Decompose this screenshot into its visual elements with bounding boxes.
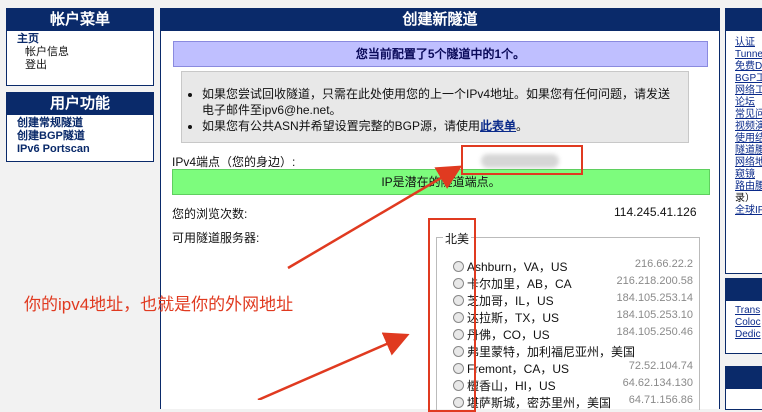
- account-menu-title: 帐户菜单: [7, 9, 153, 31]
- right-links-panel-2: Trans Coloc Dedic: [725, 300, 762, 354]
- right-links-panel: 认证 Tunne 免费D BGP工 网络工 论坛 常见问 视频演 使用结 隧道腰…: [725, 30, 762, 274]
- info-item-recycle: 如果您尝试回收隧道，只需在此处使用您的上一个IPv4地址。如果您有任何问题，请发…: [202, 86, 680, 118]
- ipv4-endpoint-label: IPv4端点（您的身边）:: [172, 155, 296, 169]
- right-link[interactable]: Dedic: [726, 329, 762, 341]
- menu-item-create-bgp-tunnel[interactable]: 创建BGP隧道: [17, 130, 147, 143]
- right-link[interactable]: 网络地: [726, 157, 762, 169]
- right-link[interactable]: 路由腰: [726, 181, 762, 193]
- right-link[interactable]: 网络工: [726, 85, 762, 97]
- right-link[interactable]: 免费D: [726, 61, 762, 73]
- right-link[interactable]: 使用结: [726, 133, 762, 145]
- right-link[interactable]: Trans: [726, 305, 762, 317]
- server-option[interactable]: 丹佛，CO，US 184.105.250.46: [453, 326, 693, 343]
- right-link[interactable]: 窥镜: [726, 169, 762, 181]
- server-ip: 184.105.250.46: [616, 326, 693, 338]
- browse-count-value: 114.245.41.126: [614, 205, 697, 219]
- right-panel-header-2: [725, 278, 762, 300]
- ip-status-bar: IP是潜在的隧道端点。: [172, 169, 710, 195]
- info-box: 如果您尝试回收隧道，只需在此处使用您的上一个IPv4地址。如果您有任何问题，请发…: [181, 71, 689, 143]
- info-item-bgp: 如果您有公共ASN并希望设置完整的BGP源，请使用此表单。: [202, 118, 680, 134]
- server-option[interactable]: 卡尔加里，AB，CA 216.218.200.58: [453, 275, 693, 292]
- tunnel-servers-label: 可用隧道服务器:: [172, 231, 260, 245]
- server-ip: 72.52.104.74: [628, 360, 693, 372]
- right-panel-header: [725, 8, 762, 30]
- server-ip: 184.105.253.10: [616, 309, 693, 321]
- server-ip: 64.71.156.86: [628, 394, 693, 406]
- menu-item-logout[interactable]: 登出: [17, 59, 147, 72]
- server-option[interactable]: Fremont，CA，US 72.52.104.74: [453, 360, 693, 377]
- account-menu-panel: 帐户菜单 主页 帐户信息 登出: [6, 8, 154, 86]
- server-option[interactable]: 芝加哥，IL，US 184.105.253.14: [453, 292, 693, 309]
- right-panel-header-3: [725, 366, 762, 388]
- right-link[interactable]: Coloc: [726, 317, 762, 329]
- server-ip: 64.62.134.130: [622, 377, 693, 389]
- right-link: 录）: [735, 193, 755, 204]
- server-name: 檀香山，HI，US: [467, 379, 556, 393]
- server-name: 丹佛，CO，US: [467, 328, 550, 342]
- server-option[interactable]: 堪萨斯城，密苏里州，美国 64.71.156.86: [453, 394, 693, 411]
- server-name: 弗里蒙特，加利福尼亚州，美国: [467, 345, 636, 359]
- right-link[interactable]: 隧道腰: [726, 145, 762, 157]
- user-functions-title: 用户功能: [7, 93, 153, 115]
- menu-item-account-info[interactable]: 帐户信息: [17, 46, 147, 59]
- right-link[interactable]: 论坛: [726, 97, 762, 109]
- info-bgp-suffix: 。: [516, 119, 529, 133]
- menu-item-home[interactable]: 主页: [17, 33, 147, 46]
- right-link[interactable]: 视频演: [726, 121, 762, 133]
- server-option[interactable]: 弗里蒙特，加利福尼亚州，美国: [453, 343, 693, 360]
- server-name: 堪萨斯城，密苏里州，美国: [467, 396, 612, 410]
- ipv4-highlight-box: [461, 145, 583, 175]
- right-link[interactable]: BGP工: [726, 73, 762, 85]
- right-link[interactable]: 认证: [726, 37, 762, 49]
- user-functions-panel: 用户功能 创建常规隧道 创建BGP隧道 IPv6 Portscan: [6, 92, 154, 162]
- server-highlight-box: [428, 218, 476, 412]
- server-name: 芝加哥，IL，US: [467, 294, 554, 308]
- server-name: Ashburn，VA，US: [467, 260, 568, 274]
- menu-item-ipv6-portscan[interactable]: IPv6 Portscan: [17, 143, 147, 156]
- right-link[interactable]: 全球IP: [726, 205, 762, 217]
- server-option[interactable]: 达拉斯，TX，US 184.105.253.10: [453, 309, 693, 326]
- server-ip: 184.105.253.14: [616, 292, 693, 304]
- browse-count-label: 您的浏览次数:: [172, 207, 248, 221]
- server-name: Fremont，CA，US: [467, 362, 570, 376]
- info-bgp-text: 如果您有公共ASN并希望设置完整的BGP源，请使用: [202, 119, 481, 133]
- right-panel-3: [725, 388, 762, 410]
- create-tunnel-title: 创建新隧道: [161, 9, 719, 31]
- menu-item-create-regular-tunnel[interactable]: 创建常规隧道: [17, 117, 147, 130]
- annotation-text: 你的ipv4地址，也就是你的外网地址: [24, 295, 294, 314]
- server-ip: 216.218.200.58: [616, 275, 693, 287]
- server-name: 达拉斯，TX，US: [467, 311, 560, 325]
- tunnel-count-notice: 您当前配置了5个隧道中的1个。: [173, 41, 708, 67]
- bgp-form-link[interactable]: 此表单: [480, 119, 516, 133]
- server-ip: 216.66.22.2: [634, 258, 693, 270]
- server-name: 卡尔加里，AB，CA: [467, 277, 572, 291]
- right-link[interactable]: 常见问: [726, 109, 762, 121]
- right-link[interactable]: Tunne: [726, 49, 762, 61]
- right-sidebar: 认证 Tunne 免费D BGP工 网络工 论坛 常见问 视频演 使用结 隧道腰…: [725, 8, 762, 410]
- server-option[interactable]: Ashburn，VA，US 216.66.22.2: [453, 258, 693, 275]
- server-option[interactable]: 檀香山，HI，US 64.62.134.130: [453, 377, 693, 394]
